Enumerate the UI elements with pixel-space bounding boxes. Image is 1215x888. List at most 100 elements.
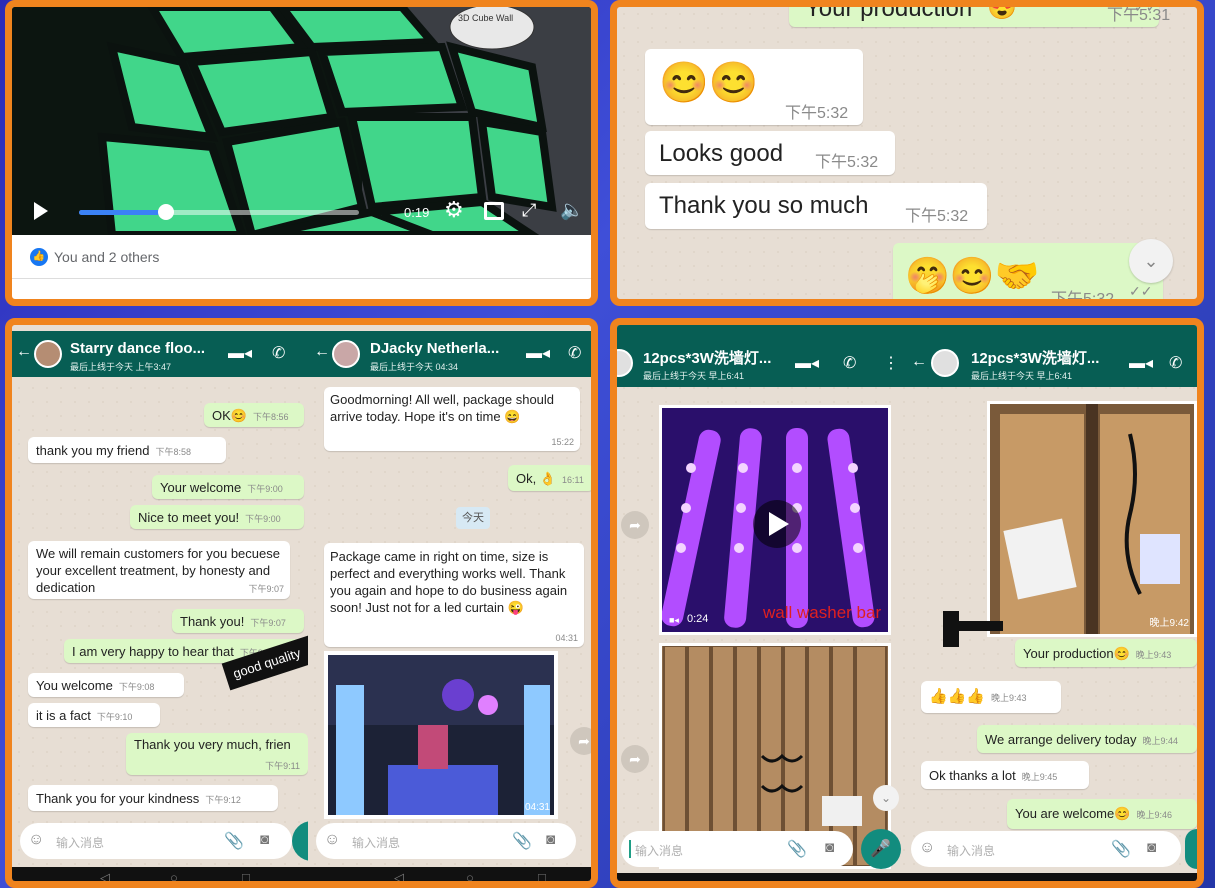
picture-in-picture-icon[interactable] <box>484 202 504 220</box>
reactions-row[interactable]: 👍 You and 2 others <box>12 235 591 279</box>
attach-icon[interactable]: 📎 <box>224 831 244 851</box>
message-incoming[interactable]: Thank you for your kindness 下午9:12 <box>28 785 278 811</box>
photo-message[interactable]: 晚上9:42 <box>987 401 1197 637</box>
message-time: 下午9:07 <box>248 584 284 594</box>
back-arrow-icon[interactable]: ← <box>314 343 330 361</box>
status-bar <box>617 325 1197 339</box>
message-outgoing[interactable]: Your welcome 下午9:00 <box>152 475 304 499</box>
video-message[interactable]: ■◂ 0:24 <box>659 405 891 635</box>
phone-icon[interactable]: ✆ <box>1169 353 1182 373</box>
scroll-down-button[interactable]: ⌄ <box>1129 239 1173 283</box>
open-box-photo <box>990 404 1194 634</box>
back-nav-icon[interactable]: ◁ <box>394 870 404 881</box>
forward-icon[interactable]: ➦ <box>570 727 591 755</box>
avatar[interactable] <box>617 349 633 377</box>
message-incoming[interactable]: We will remain customers for you becuese… <box>28 541 290 599</box>
camera-icon[interactable]: ◙ <box>260 831 269 848</box>
emoji-message: 🤭😊🤝 <box>905 255 1040 296</box>
message-time: 下午9:00 <box>245 514 281 524</box>
message-text: Your production😊 <box>1023 646 1130 661</box>
home-nav-icon[interactable]: ○ <box>466 870 474 881</box>
video-frame[interactable]: 3D Cube Wall 0:19 ⚙ ⤢ 🔈 <box>12 7 591 235</box>
chat-header: ← Starry dance floo... 最后上线于今天 上午3:47 ▬◂… <box>12 331 308 377</box>
message-outgoing[interactable]: Ok, 👌 16:11 <box>508 465 591 491</box>
attach-icon[interactable]: 📎 <box>512 831 532 851</box>
volume-icon[interactable]: 🔈 <box>560 198 584 222</box>
contact-name[interactable]: 12pcs*3W洗墙灯... <box>971 347 1099 368</box>
message-input[interactable]: ☺ 输入消息 📎 ◙ <box>316 823 576 859</box>
mic-button[interactable] <box>1185 829 1197 869</box>
message-incoming[interactable]: thank you my friend 下午8:58 <box>28 437 226 463</box>
scroll-down-button[interactable]: ⌄ <box>873 785 899 811</box>
message-incoming[interactable]: Ok thanks a lot 晚上9:45 <box>921 761 1089 789</box>
attach-icon[interactable]: 📎 <box>1111 839 1131 859</box>
phone-icon[interactable]: ✆ <box>843 353 856 373</box>
message-outgoing[interactable]: Your production😊 晚上9:43 <box>1015 639 1197 667</box>
recents-nav-icon[interactable]: □ <box>242 870 250 881</box>
forward-icon[interactable]: ➦ <box>621 745 649 773</box>
message-text: I am very happy to hear that <box>72 644 234 659</box>
emoji-icon[interactable]: ☺ <box>28 831 44 849</box>
contact-name[interactable]: Starry dance floo... <box>70 340 205 357</box>
message-input[interactable]: ☺ 输入消息 📎 ◙ <box>911 831 1181 867</box>
date-chip: 今天 <box>456 507 490 529</box>
video-time: 0:19 <box>404 205 430 220</box>
double-check-icon: ✓✓ <box>1134 0 1158 15</box>
message-outgoing[interactable]: OK😊 下午8:56 <box>204 403 304 427</box>
message-incoming[interactable]: Looks good 下午5:32 <box>645 131 895 175</box>
message-incoming[interactable]: it is a fact 下午9:10 <box>28 703 160 727</box>
video-call-icon[interactable]: ▬◂ <box>1129 353 1153 373</box>
message-input[interactable]: ☺ 输入消息 📎 ◙ <box>20 823 292 859</box>
message-time: 15:22 <box>551 437 574 447</box>
play-icon[interactable] <box>34 202 48 220</box>
message-time: 晚上9:45 <box>1021 772 1058 782</box>
back-arrow-icon[interactable]: ← <box>911 353 927 371</box>
chat-panel-bottom-left: ← Starry dance floo... 最后上线于今天 上午3:47 ▬◂… <box>5 318 598 888</box>
video-panel: 3D Cube Wall 0:19 ⚙ ⤢ 🔈 👍 You and 2 othe… <box>5 0 598 306</box>
phone-icon[interactable]: ✆ <box>568 343 581 363</box>
message-incoming[interactable]: Package came in right on time, size is p… <box>324 543 584 647</box>
message-incoming[interactable]: Thank you so much 下午5:32 <box>645 183 987 229</box>
avatar[interactable] <box>931 349 959 377</box>
video-call-icon[interactable]: ▬◂ <box>228 343 252 363</box>
message-incoming[interactable]: You welcome 下午9:08 <box>28 673 184 697</box>
camera-icon[interactable]: ◙ <box>825 839 834 856</box>
video-call-icon[interactable]: ▬◂ <box>795 353 819 373</box>
message-incoming[interactable]: Goodmorning! All well, package should ar… <box>324 387 580 451</box>
phone-icon[interactable]: ✆ <box>272 343 285 363</box>
contact-name[interactable]: 12pcs*3W洗墙灯... <box>643 347 771 368</box>
emoji-icon[interactable]: ☺ <box>919 839 935 857</box>
seek-handle[interactable] <box>158 204 174 220</box>
back-arrow-icon[interactable]: ← <box>16 343 32 361</box>
gear-icon[interactable]: ⚙ <box>444 197 464 223</box>
photo-message[interactable]: 04:31 <box>324 651 558 819</box>
camera-icon[interactable]: ◙ <box>546 831 555 848</box>
mic-button[interactable]: 🎤 <box>861 829 901 869</box>
more-options-icon[interactable]: ⋮ <box>883 353 899 373</box>
message-outgoing[interactable]: Nice to meet you! 下午9:00 <box>130 505 304 529</box>
home-nav-icon[interactable]: ○ <box>170 870 178 881</box>
recents-nav-icon[interactable]: □ <box>538 870 546 881</box>
message-outgoing-partial[interactable]: Your production 😍 下午5:31 ✓✓ <box>789 0 1170 27</box>
message-outgoing[interactable]: Thank you! 下午9:07 <box>172 609 304 633</box>
seek-bar[interactable] <box>79 204 359 220</box>
message-time: 晚上9:43 <box>991 693 1027 703</box>
message-text: Ok, 👌 <box>516 471 557 486</box>
message-outgoing[interactable]: Thank you very much, frien 下午9:11 <box>126 733 308 775</box>
fullscreen-icon[interactable]: ⤢ <box>522 200 536 221</box>
message-outgoing[interactable]: We arrange delivery today 晚上9:44 <box>977 725 1197 753</box>
avatar[interactable] <box>332 340 360 368</box>
video-call-icon[interactable]: ▬◂ <box>526 343 550 363</box>
forward-icon[interactable]: ➦ <box>621 511 649 539</box>
contact-name[interactable]: DJacky Netherla... <box>370 340 499 357</box>
emoji-icon[interactable]: ☺ <box>324 831 340 849</box>
avatar[interactable] <box>34 340 62 368</box>
message-incoming[interactable]: 👍👍👍 晚上9:43 <box>921 681 1061 713</box>
camera-icon[interactable]: ◙ <box>1147 839 1156 856</box>
message-outgoing[interactable]: 🤭😊🤝 下午5:32 ✓✓ <box>893 243 1163 299</box>
message-input[interactable]: 输入消息 📎 ◙ <box>621 831 853 867</box>
attach-icon[interactable]: 📎 <box>787 839 807 859</box>
back-nav-icon[interactable]: ◁ <box>100 870 110 881</box>
message-incoming[interactable]: 😊😊 下午5:32 <box>645 49 863 125</box>
message-outgoing[interactable]: You are welcome😊 晚上9:46 <box>1007 799 1197 829</box>
